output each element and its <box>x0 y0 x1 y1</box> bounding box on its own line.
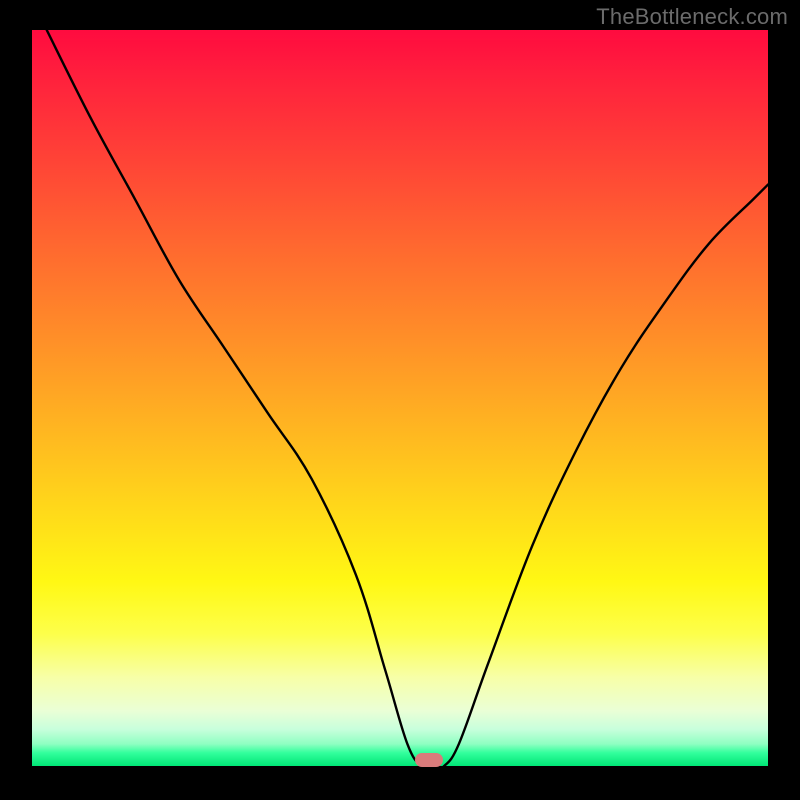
minimum-marker <box>415 753 443 767</box>
plot-area <box>32 30 768 766</box>
bottleneck-curve <box>32 30 768 766</box>
watermark-text: TheBottleneck.com <box>596 4 788 30</box>
chart-frame: TheBottleneck.com <box>0 0 800 800</box>
